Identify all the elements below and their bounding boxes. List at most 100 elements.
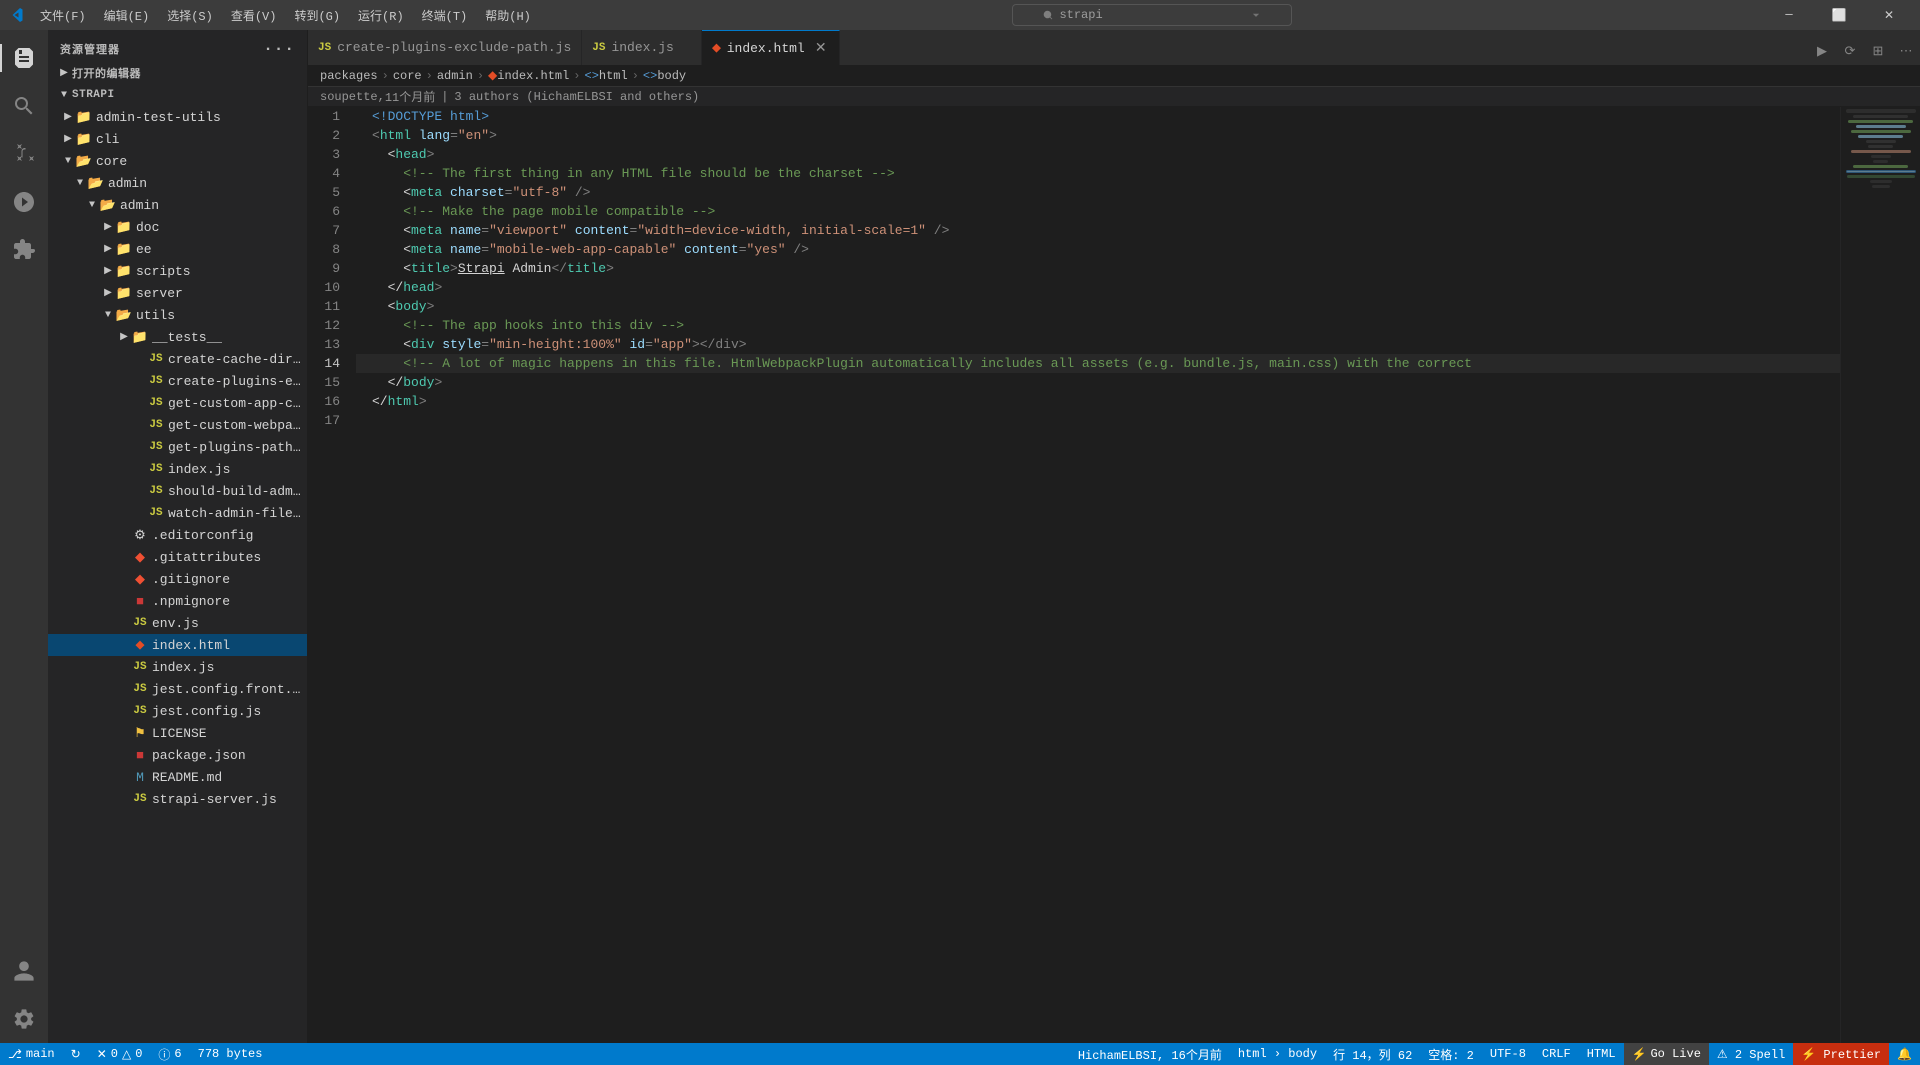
file-jest-config-front[interactable]: ▶ JS jest.config.front.js	[48, 678, 307, 700]
file-size-item[interactable]: 778 bytes	[190, 1043, 271, 1065]
file-index-html[interactable]: ▶ ◆ index.html	[48, 634, 307, 656]
cursor-position-item[interactable]: 行 14，列 62	[1325, 1043, 1420, 1065]
file-index-js-utils[interactable]: ▶ JS index.js	[48, 458, 307, 480]
file-readme[interactable]: ▶ M README.md	[48, 766, 307, 788]
menu-select[interactable]: 选择(S)	[159, 5, 221, 26]
activity-settings[interactable]	[0, 995, 48, 1043]
root-section[interactable]: ▼ STRAPI	[48, 84, 307, 106]
info-item[interactable]: ⓘ 6	[150, 1043, 189, 1065]
tree-item-server[interactable]: ▶ 📁 server	[48, 282, 307, 304]
file-jest-config[interactable]: ▶ JS jest.config.js	[48, 700, 307, 722]
tab-create-plugins[interactable]: JS create-plugins-exclude-path.js	[308, 30, 582, 65]
menu-goto[interactable]: 转到(G)	[286, 5, 348, 26]
breadcrumb-body-tag[interactable]: <>	[643, 69, 657, 83]
breadcrumb-core[interactable]: core	[393, 69, 422, 83]
breadcrumb-file[interactable]: index.html	[497, 69, 569, 83]
tree-item-admin-test-utils[interactable]: ▶ 📁 admin-test-utils	[48, 106, 307, 128]
html-file-icon: ◆	[132, 637, 148, 653]
tab-index-html[interactable]: ◆ index.html ✕	[702, 30, 839, 65]
code-token	[622, 335, 630, 354]
menu-terminal[interactable]: 终端(T)	[414, 5, 476, 26]
file-create-cache-dir[interactable]: ▶ JS create-cache-dir.js	[48, 348, 307, 370]
tree-item-ee[interactable]: ▶ 📁 ee	[48, 238, 307, 260]
open-editors-section[interactable]: ▶ 打开的编辑器	[48, 62, 307, 84]
minimize-button[interactable]: ─	[1766, 0, 1812, 30]
minimap[interactable]	[1840, 107, 1920, 1043]
tree-item-admin-l2[interactable]: ▼ 📂 admin	[48, 172, 307, 194]
close-button[interactable]: ✕	[1866, 0, 1912, 30]
menu-edit[interactable]: 编辑(E)	[96, 5, 158, 26]
split-editor-right-button[interactable]: ⊞	[1864, 37, 1892, 65]
spell-check-item[interactable]: ⚠ 2 Spell	[1709, 1043, 1793, 1065]
file-env-js[interactable]: ▶ JS env.js	[48, 612, 307, 634]
prettier-item[interactable]: ⚡ Prettier	[1793, 1043, 1889, 1065]
tree-item-doc[interactable]: ▶ 📁 doc	[48, 216, 307, 238]
file-get-plugins-path[interactable]: ▶ JS get-plugins-path.js	[48, 436, 307, 458]
breadcrumb-packages[interactable]: packages	[320, 69, 378, 83]
maximize-button[interactable]: ⬜	[1816, 0, 1862, 30]
file-gitattributes[interactable]: ▶ ◆ .gitattributes	[48, 546, 307, 568]
file-watch-admin-files[interactable]: ▶ JS watch-admin-files.js	[48, 502, 307, 524]
file-get-custom-app-conf[interactable]: ▶ JS get-custom-app-conf...	[48, 392, 307, 414]
file-license[interactable]: ▶ ⚑ LICENSE	[48, 722, 307, 744]
tab-close-button[interactable]: ✕	[813, 40, 829, 56]
errors-item[interactable]: ✕ 0 △ 0	[89, 1043, 151, 1065]
line-ending-item[interactable]: CRLF	[1534, 1043, 1579, 1065]
breadcrumb-html[interactable]: html	[599, 69, 628, 83]
code-line-8: <meta name="mobile-web-app-capable" cont…	[356, 240, 1840, 259]
tree-item-tests[interactable]: ▶ 📁 __tests__	[48, 326, 307, 348]
activity-explorer[interactable]	[0, 34, 48, 82]
notifications-item[interactable]: 🔔	[1889, 1043, 1920, 1065]
encoding-item[interactable]: UTF-8	[1482, 1043, 1534, 1065]
file-strapi-server[interactable]: ▶ JS strapi-server.js	[48, 788, 307, 810]
file-package-json[interactable]: ▶ ■ package.json	[48, 744, 307, 766]
line-num-6: 6	[308, 202, 348, 221]
file-gitignore[interactable]: ▶ ◆ .gitignore	[48, 568, 307, 590]
activity-account[interactable]	[0, 947, 48, 995]
activity-search[interactable]	[0, 82, 48, 130]
activity-source-control[interactable]	[0, 130, 48, 178]
code-editor[interactable]: 1 2 3 4 5 6 7 8 9 10 11 12 13 14 15 16 1…	[308, 107, 1920, 1043]
menu-run[interactable]: 运行(R)	[350, 5, 412, 26]
tree-item-admin-l3[interactable]: ▼ 📂 admin	[48, 194, 307, 216]
breadcrumb-admin[interactable]: admin	[437, 69, 473, 83]
debug-button[interactable]: ⟳	[1836, 37, 1864, 65]
files-icon	[12, 46, 36, 70]
file-index-js[interactable]: ▶ JS index.js	[48, 656, 307, 678]
file-editorconfig[interactable]: ▶ ⚙ .editorconfig	[48, 524, 307, 546]
run-code-button[interactable]: ▶	[1808, 37, 1836, 65]
search-bar[interactable]: strapi	[1012, 4, 1292, 26]
activity-run[interactable]	[0, 178, 48, 226]
tree-item-core[interactable]: ▼ 📂 core	[48, 150, 307, 172]
breadcrumb-html-icon[interactable]: ◆	[488, 68, 497, 83]
js-file-icon: JS	[148, 351, 164, 367]
go-live-item[interactable]: ⚡ Go Live	[1624, 1043, 1709, 1065]
code-line-7: <meta name="viewport" content="width=dev…	[356, 221, 1840, 240]
spaces-item[interactable]: 空格: 2	[1420, 1043, 1482, 1065]
sidebar-more-button[interactable]: ···	[263, 40, 295, 58]
symbol-item[interactable]: html › body	[1230, 1043, 1325, 1065]
tree-item-cli[interactable]: ▶ 📁 cli	[48, 128, 307, 150]
more-actions-button[interactable]: ⋯	[1892, 37, 1920, 65]
tree-item-scripts[interactable]: ▶ 📁 scripts	[48, 260, 307, 282]
menu-help[interactable]: 帮助(H)	[477, 5, 539, 26]
file-get-custom-webpack[interactable]: ▶ JS get-custom-webpack...	[48, 414, 307, 436]
editor-area: JS create-plugins-exclude-path.js JS ind…	[308, 30, 1920, 1043]
breadcrumb-body[interactable]: body	[657, 69, 686, 83]
activity-extensions[interactable]	[0, 226, 48, 274]
menu-file[interactable]: 文件(F)	[32, 5, 94, 26]
git-blame-item[interactable]: HichamELBSI, 16个月前	[1070, 1043, 1230, 1065]
breadcrumb-html-tag[interactable]: <>	[585, 69, 599, 83]
language-item[interactable]: HTML	[1579, 1043, 1624, 1065]
sync-item[interactable]: ↻	[63, 1043, 89, 1065]
file-npmignore[interactable]: ▶ ■ .npmignore	[48, 590, 307, 612]
file-create-plugins-exclud[interactable]: ▶ JS create-plugins-exclud...	[48, 370, 307, 392]
code-content[interactable]: <!DOCTYPE html> <html lang="en"> <head> …	[356, 107, 1840, 1043]
file-label: get-custom-webpack...	[168, 418, 307, 433]
tab-index-js[interactable]: JS index.js	[582, 30, 702, 65]
file-should-build-admin[interactable]: ▶ JS should-build-admin.js	[48, 480, 307, 502]
git-branch-item[interactable]: ⎇ main	[0, 1043, 63, 1065]
tree-item-utils[interactable]: ▼ 📂 utils	[48, 304, 307, 326]
sidebar-content[interactable]: ▶ 打开的编辑器 ▼ STRAPI ▶ 📁 admin-test-utils ▶…	[48, 62, 307, 1043]
menu-view[interactable]: 查看(V)	[223, 5, 285, 26]
